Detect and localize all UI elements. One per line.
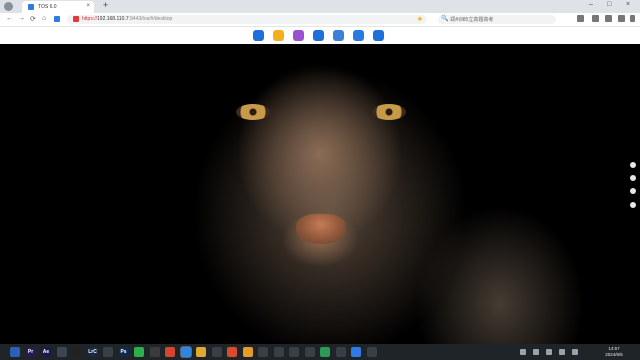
profile-avatar[interactable] (4, 2, 13, 11)
close-window-button[interactable]: × (626, 1, 630, 8)
support-icon[interactable] (373, 30, 384, 41)
maximize-button[interactable]: □ (607, 1, 611, 8)
search-icon: 🔍 (441, 16, 449, 22)
photoshop-icon[interactable]: Ps (118, 347, 129, 357)
clock-app-icon[interactable] (313, 30, 324, 41)
address-url: https://192.168.110.7:9443/tos/#/desktop (82, 16, 173, 22)
volume-icon[interactable] (546, 349, 552, 355)
windows-taskbar: 14:57 2024/6/6 Pr Ae LrC Ps (0, 344, 640, 360)
control-panel-icon[interactable] (253, 30, 264, 41)
widget-icon[interactable] (630, 162, 636, 168)
premiere-icon[interactable]: Pr (25, 347, 36, 357)
apps-grid-icon[interactable] (577, 15, 584, 22)
capcut-icon[interactable] (72, 347, 82, 357)
wechat-icon[interactable] (134, 347, 144, 357)
search-icon[interactable] (242, 347, 253, 357)
chrome-icon[interactable] (196, 347, 206, 357)
desktop-wallpaper (0, 44, 640, 344)
mail-icon[interactable] (353, 30, 364, 41)
address-bar[interactable]: https://192.168.110.7:9443/tos/#/desktop… (67, 15, 427, 24)
network-icon[interactable] (533, 349, 539, 355)
tab-tos[interactable]: TOS 6.0 × (22, 1, 94, 13)
media-icon[interactable] (293, 30, 304, 41)
chrome-icon[interactable] (165, 347, 175, 357)
app-icon[interactable] (211, 347, 222, 357)
app-icon[interactable] (149, 347, 160, 357)
app-icon[interactable] (10, 347, 20, 357)
downloads-icon[interactable] (605, 15, 612, 22)
wallpaper-nose (296, 214, 346, 244)
tab-close-icon[interactable]: × (86, 3, 90, 9)
system-clock[interactable]: 14:57 2024/6/6 (594, 346, 634, 358)
extension-icon[interactable] (54, 16, 60, 22)
app-icon[interactable] (335, 347, 346, 357)
app-icon[interactable] (258, 347, 268, 357)
app-icon[interactable] (351, 347, 361, 357)
home-icon[interactable]: ⌂ (42, 15, 46, 22)
app-icon[interactable] (304, 347, 315, 357)
after-effects-icon[interactable]: Ae (41, 347, 51, 357)
tos-app-dock (0, 27, 640, 44)
app-icon[interactable] (180, 347, 191, 357)
app-icon[interactable] (366, 347, 377, 357)
extensions-icon[interactable] (592, 15, 599, 22)
tos-favicon-icon (28, 4, 34, 10)
back-icon[interactable]: ← (6, 15, 13, 22)
notification-bell-icon[interactable] (630, 188, 636, 194)
wallpaper-right-eye (372, 104, 406, 120)
settings-icon[interactable] (333, 30, 344, 41)
bookmark-star-icon[interactable]: ★ (417, 15, 423, 23)
app-icon[interactable] (289, 347, 299, 357)
not-secure-icon[interactable] (73, 16, 79, 22)
new-tab-button[interactable]: + (103, 0, 108, 10)
chat-icon[interactable] (630, 175, 636, 181)
file-manager-icon[interactable] (273, 30, 284, 41)
info-icon[interactable] (630, 202, 636, 208)
app-icon[interactable] (103, 347, 113, 357)
tab-title: TOS 6.0 (38, 4, 57, 10)
minimize-button[interactable]: – (589, 1, 593, 8)
search-placeholder: 郑州985立高题高考 (450, 17, 494, 23)
browser-nav-bar: ← → ⟳ ⌂ https://192.168.110.7:9443/tos/#… (0, 13, 640, 27)
search-box[interactable]: 🔍 郑州985立高题高考 (438, 15, 556, 24)
menu-icon[interactable] (618, 15, 625, 22)
app-icon[interactable] (227, 347, 237, 357)
app-icon[interactable] (56, 347, 67, 357)
app-icon[interactable] (320, 347, 330, 357)
forward-icon[interactable]: → (18, 15, 25, 22)
clock-date: 2024/6/6 (605, 352, 623, 357)
tray-chevron-icon[interactable] (520, 349, 526, 355)
more-icon[interactable] (630, 15, 635, 22)
browser-tab-bar: TOS 6.0 × + – □ × (0, 0, 640, 13)
wallpaper-left-eye (236, 104, 270, 120)
battery-icon[interactable] (559, 349, 565, 355)
input-method-icon[interactable] (572, 349, 578, 355)
lrc-icon[interactable]: LrC (87, 347, 98, 357)
app-icon[interactable] (273, 347, 284, 357)
reload-icon[interactable]: ⟳ (30, 15, 36, 23)
